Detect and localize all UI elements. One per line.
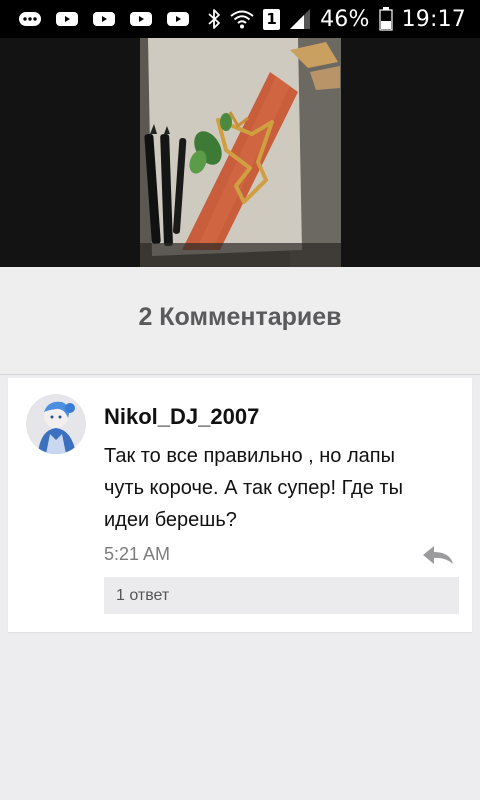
comment-card: Nikol_DJ_2007 Так то все правильно , но … [8,378,472,632]
avatar[interactable] [26,394,86,454]
youtube-icon [130,12,152,26]
youtube-icon [167,12,189,26]
bluetooth-icon [208,9,220,29]
battery-icon [378,7,393,31]
chat-bubble-icon [19,12,41,26]
clock: 19:17 [401,6,466,32]
comments-header: 2 Комментариев [0,267,480,375]
comment-timestamp: 5:21 AM [104,544,171,564]
wifi-icon [230,10,254,29]
comment-text: Так то все правильно , но лапы чуть коро… [104,445,403,531]
replies-count-label: 1 ответ [116,587,170,604]
notification-icons [18,0,190,38]
sim1-icon: 1 [263,8,281,30]
comment-author[interactable]: Nikol_DJ_2007 [104,404,259,430]
view-replies-button[interactable]: 1 ответ [104,577,459,614]
youtube-icon [56,12,78,26]
artwork-photo[interactable] [140,38,341,267]
status-bar: 1 46% 19:17 [0,0,480,38]
post-photo-area[interactable] [0,38,480,267]
sim-label: 1 [266,9,277,28]
youtube-icon [93,12,115,26]
signal-icon [290,9,311,29]
system-status: 1 46% 19:17 [207,0,466,38]
reply-icon[interactable] [421,544,455,566]
battery-percent: 46% [320,6,370,32]
comments-count-title: 2 Комментариев [138,303,342,331]
